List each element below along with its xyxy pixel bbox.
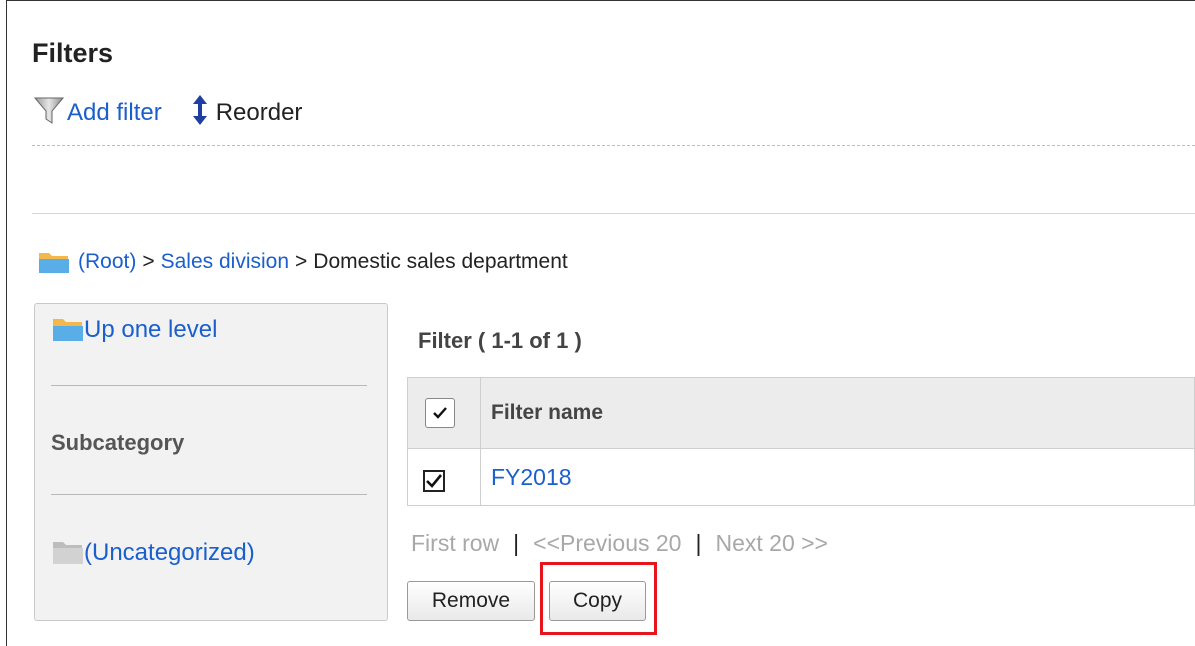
column-header-filter-name[interactable]: Filter name: [480, 377, 1195, 449]
folder-icon: [38, 250, 70, 274]
reorder-link[interactable]: Reorder: [192, 94, 303, 133]
section-divider: [32, 213, 1195, 214]
row-check-cell: [407, 448, 481, 506]
folder-icon: [52, 317, 84, 343]
breadcrumb-separator: >: [142, 250, 155, 273]
funnel-icon: [33, 94, 65, 133]
pagination: First row | <<Previous 20 | Next 20 >>: [411, 530, 828, 557]
frame-border-top: [6, 0, 1195, 1]
remove-button[interactable]: Remove: [407, 581, 535, 621]
up-one-level-label: Up one level: [84, 316, 218, 343]
up-one-level-link[interactable]: Up one level: [52, 316, 217, 344]
checkmark-icon: [426, 474, 442, 488]
subcategory-heading: Subcategory: [51, 430, 185, 455]
panel-divider: [51, 385, 367, 386]
breadcrumb-separator: >: [295, 250, 308, 273]
select-all-checkbox[interactable]: [425, 398, 455, 428]
toolbar: Add filter Reorder: [33, 94, 303, 133]
copy-button-highlight: [540, 562, 657, 635]
category-panel: Up one level Subcategory (Uncategorized): [34, 303, 388, 621]
add-filter-link[interactable]: Add filter: [33, 94, 162, 133]
table-header-row: Filter name: [407, 377, 1195, 449]
uncategorized-link[interactable]: (Uncategorized): [52, 539, 255, 567]
next-page-link[interactable]: Next 20 >>: [715, 530, 828, 557]
breadcrumb: (Root) > Sales division > Domestic sales…: [38, 250, 568, 274]
pagination-separator: |: [695, 530, 702, 556]
table-row: FY2018: [407, 448, 1195, 506]
breadcrumb-sales-division-link[interactable]: Sales division: [161, 250, 289, 274]
pagination-separator: |: [513, 530, 520, 556]
reorder-label: Reorder: [215, 99, 303, 126]
filter-table: Filter name FY2018: [407, 377, 1195, 506]
row-checkbox[interactable]: [423, 470, 445, 492]
previous-page-link[interactable]: <<Previous 20: [533, 530, 681, 557]
page-title: Filters: [32, 38, 114, 68]
select-all-cell: [407, 377, 481, 449]
panel-divider: [51, 494, 367, 495]
filter-count-label: Filter ( 1-1 of 1 ): [418, 328, 582, 353]
frame-border-left: [6, 0, 7, 646]
breadcrumb-current: Domestic sales department: [313, 250, 568, 273]
checkmark-icon: [432, 406, 448, 420]
up-down-arrow-icon: [192, 94, 208, 133]
breadcrumb-root-link[interactable]: (Root): [78, 250, 136, 274]
filter-name-link[interactable]: FY2018: [480, 448, 1195, 506]
toolbar-divider: [32, 145, 1195, 146]
gray-folder-icon: [52, 540, 84, 566]
first-row-link[interactable]: First row: [411, 530, 499, 557]
uncategorized-label: (Uncategorized): [84, 539, 255, 566]
add-filter-label: Add filter: [67, 99, 162, 126]
